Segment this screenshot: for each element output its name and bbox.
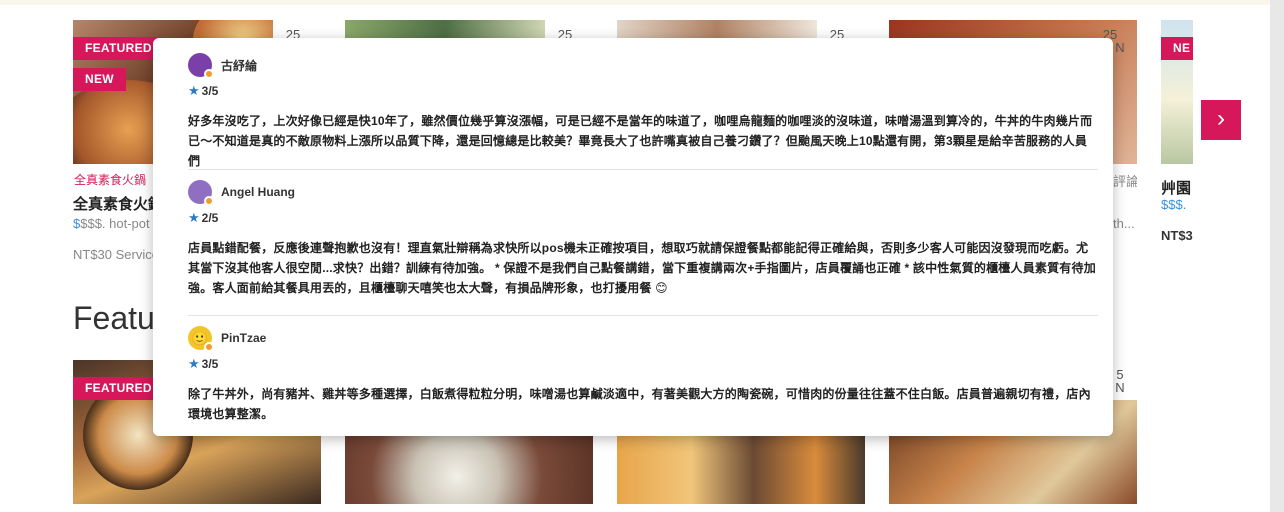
restaurant-price: th... bbox=[1113, 216, 1135, 231]
featured-image bbox=[345, 436, 593, 504]
review-item: Angel Huang ★ 2/5 店員點錯配餐，反應後連聲抱歉也沒有！理直氣壯辯… bbox=[188, 179, 1098, 298]
review-author[interactable]: 古紓綸 bbox=[221, 57, 257, 74]
side-label: N bbox=[1115, 380, 1125, 395]
divider bbox=[188, 315, 1098, 316]
top-strip bbox=[0, 0, 1270, 5]
section-title: Featu bbox=[73, 300, 155, 336]
avatar bbox=[188, 180, 214, 206]
avatar bbox=[188, 53, 214, 79]
review-author[interactable]: PinTzae bbox=[221, 331, 266, 345]
badge-dot-icon bbox=[204, 196, 214, 206]
review-rating: ★ 3/5 bbox=[188, 83, 219, 98]
service-fee: NT$30 Service bbox=[73, 247, 153, 262]
restaurant-category: 全真素食火鍋 bbox=[74, 173, 147, 187]
carousel-next-button[interactable]: › bbox=[1201, 100, 1241, 140]
divider bbox=[188, 169, 1098, 170]
badge-dot-icon bbox=[204, 342, 214, 352]
chevron-right-icon: › bbox=[1217, 105, 1225, 132]
restaurant-price: $$$. bbox=[1161, 197, 1187, 212]
restaurant-name[interactable]: 艸園 bbox=[1161, 177, 1193, 198]
featured-card[interactable] bbox=[617, 436, 865, 504]
featured-badge: FEATURED bbox=[73, 377, 164, 400]
review-item: 古紓綸 ★ 3/5 好多年沒吃了，上次好像已經是快10年了，雖然價位幾乎算沒漲幅，… bbox=[188, 52, 1098, 171]
review-text: 店員點錯配餐，反應後連聲抱歉也沒有！理直氣壯辯稱為求快所以pos機未正確按項目，… bbox=[188, 241, 1096, 295]
star-icon: ★ bbox=[188, 210, 200, 225]
featured-card[interactable] bbox=[345, 436, 593, 504]
restaurant-price: $$$$. hot-pot bbox=[73, 216, 150, 231]
star-icon: ★ bbox=[188, 356, 200, 371]
review-rating: ★ 2/5 bbox=[188, 210, 219, 225]
star-icon: ★ bbox=[188, 83, 200, 98]
side-label: N bbox=[1115, 40, 1125, 55]
avatar: 🙂 bbox=[188, 326, 214, 352]
review-item: 🙂 PinTzae ★ 3/5 除了牛丼外，尚有豬丼、雞丼等多種選擇，白飯煮得粒粒… bbox=[188, 325, 1098, 424]
new-badge: NE bbox=[1161, 37, 1193, 60]
badge-dot-icon bbox=[204, 69, 214, 79]
review-rating: ★ 3/5 bbox=[188, 356, 219, 371]
featured-badge: FEATURED bbox=[73, 37, 164, 60]
restaurant-image bbox=[617, 20, 817, 38]
scrollbar-track[interactable] bbox=[1270, 0, 1284, 512]
featured-image bbox=[617, 436, 865, 504]
review-text: 除了牛丼外，尚有豬丼、雞丼等多種選擇，白飯煮得粒粒分明，味噌湯也算鹹淡適中，有著… bbox=[188, 387, 1091, 421]
restaurant-image bbox=[345, 20, 545, 38]
service-fee: NT$3 bbox=[1161, 228, 1193, 243]
reviews-popup[interactable]: 古紓綸 ★ 3/5 好多年沒吃了，上次好像已經是快10年了，雖然價位幾乎算沒漲幅，… bbox=[153, 38, 1113, 436]
restaurant-name[interactable]: 全真素食火鍋 bbox=[73, 193, 153, 214]
review-author[interactable]: Angel Huang bbox=[221, 185, 295, 199]
review-text: 好多年沒吃了，上次好像已經是快10年了，雖然價位幾乎算沒漲幅，可是已經不是當年的… bbox=[188, 114, 1093, 168]
review-label: 評論 bbox=[1113, 174, 1137, 189]
new-badge: NEW bbox=[73, 68, 126, 91]
restaurant-card[interactable]: NE 艸園 $$$. NT$3 bbox=[1161, 20, 1193, 265]
